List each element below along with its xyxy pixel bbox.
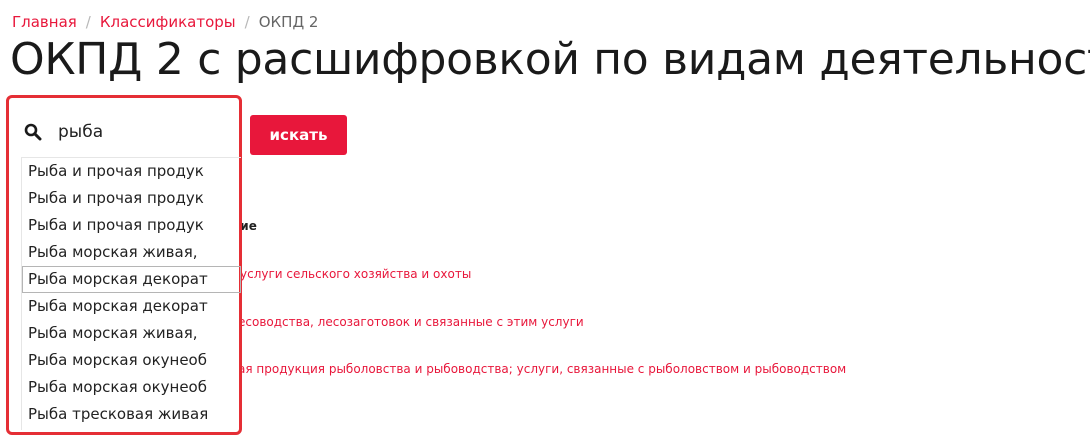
result-link[interactable]: есоводства, лесозаготовок и связанные с …	[238, 315, 584, 329]
suggestion-item[interactable]: Рыба и прочая продук	[22, 158, 241, 185]
breadcrumb-separator: /	[85, 13, 91, 31]
page-title: ОКПД 2 с расшифровкой по видам деятельно…	[10, 34, 1090, 85]
result-link[interactable]: услуги сельского хозяйства и охоты	[240, 267, 471, 281]
breadcrumb-separator: /	[244, 13, 250, 31]
result-link[interactable]: ая продукция рыболовства и рыбоводства; …	[238, 362, 846, 376]
search-button[interactable]: искать	[250, 115, 347, 155]
search-input[interactable]	[58, 116, 228, 148]
breadcrumb-link-classifiers[interactable]: Классификаторы	[100, 12, 236, 32]
suggestion-item[interactable]: Рыба и прочая продук	[22, 212, 241, 239]
search-icon[interactable]	[24, 123, 42, 141]
suggestion-item[interactable]: Рыба морская декорат	[22, 293, 241, 320]
suggestion-item[interactable]: Рыба морская живая,	[22, 239, 241, 266]
suggestion-item[interactable]: Рыба морская окунеоб	[22, 347, 241, 374]
breadcrumb-link-home[interactable]: Главная	[12, 12, 77, 32]
search-autocomplete: Рыба и прочая продукРыба и прочая продук…	[6, 95, 242, 435]
page: Главная / Классификаторы / ОКПД 2 ОКПД 2…	[0, 0, 1090, 442]
suggestion-list: Рыба и прочая продук Рыба и прочая продук…	[21, 157, 241, 430]
suggestion-item[interactable]: Рыба морская декорат	[22, 266, 241, 293]
suggestion-item[interactable]: Рыба тресковая живая	[22, 401, 241, 428]
suggestion-item[interactable]: Рыба и прочая продук	[22, 185, 241, 212]
breadcrumb: Главная / Классификаторы / ОКПД 2	[12, 12, 318, 32]
suggestion-item[interactable]: Рыба морская живая,	[22, 320, 241, 347]
suggestion-item[interactable]: Рыба морская окунеоб	[22, 374, 241, 401]
breadcrumb-current: ОКПД 2	[258, 13, 319, 31]
